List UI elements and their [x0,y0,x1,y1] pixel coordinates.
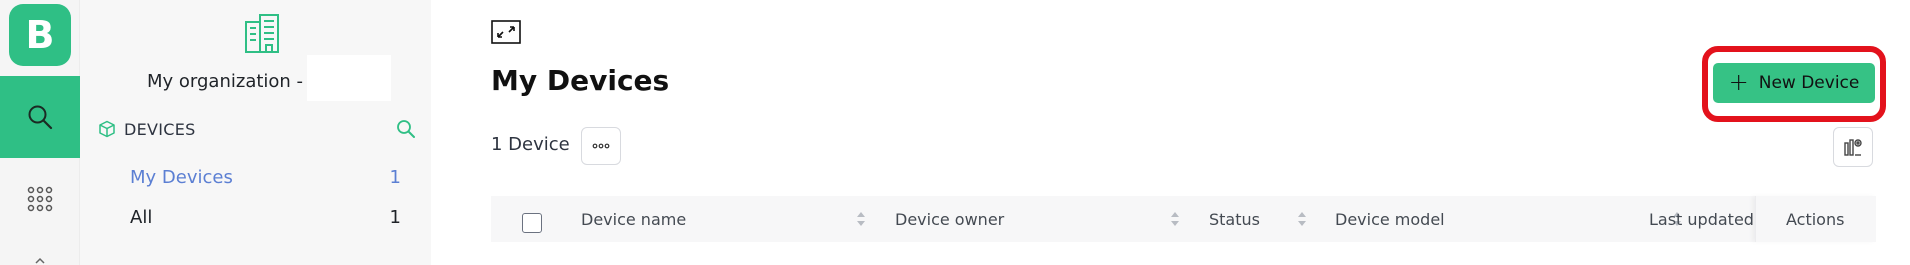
new-device-button[interactable]: + New Device [1713,63,1875,103]
sort-icon[interactable] [855,210,867,228]
organization-selector[interactable]: My organization - [147,55,392,101]
organization-name: My organization - [147,70,304,92]
app-logo[interactable]: B [9,4,71,66]
left-rail: B [0,0,80,265]
more-options-button[interactable] [581,127,621,165]
sidebar-item-all[interactable]: All 1 [130,201,401,233]
search-icon[interactable] [396,119,416,139]
plus-icon: + [1728,68,1749,96]
devices-section-header: DEVICES [98,119,416,139]
sidebar: My organization - DEVICES My Devices 1 A… [80,0,431,265]
column-header-label: Last updated [1649,209,1754,229]
column-header-label: Device name [581,209,687,229]
column-actions: Actions [1755,196,1876,242]
column-header-label: Device owner [895,209,1005,229]
sidebar-item-label: All [130,206,153,228]
column-device-name[interactable]: Device name [581,196,686,242]
sidebar-item-my-devices[interactable]: My Devices 1 [130,161,401,193]
rail-apps-button[interactable] [0,158,80,240]
sort-icon[interactable] [1169,210,1181,228]
organization-name-redacted [307,55,392,101]
sort-icon[interactable] [1296,210,1308,228]
sidebar-item-count: 1 [389,206,401,228]
page-title: My Devices [491,64,670,97]
apps-grid-icon [27,186,53,212]
column-settings-icon [1844,139,1862,156]
column-header-label: Device model [1335,209,1445,229]
sidebar-item-label: My Devices [130,166,233,188]
column-last-updated[interactable]: Last updated [1649,196,1754,242]
devices-section-label: DEVICES [124,119,196,139]
expand-icon[interactable] [491,20,521,44]
search-icon [28,105,53,130]
devices-table-header: Device name Device owner Status Device m… [491,196,1876,242]
sidebar-item-count: 1 [389,166,401,188]
column-settings-button[interactable] [1833,127,1873,167]
select-all-checkbox[interactable] [522,213,542,233]
chevron-icon[interactable] [34,255,46,265]
new-device-label: New Device [1758,73,1860,93]
main-content: My Devices 1 Device + New Device Device … [431,0,1910,265]
rail-search-button[interactable] [0,76,80,158]
column-header-label: Actions [1786,209,1845,229]
column-device-owner[interactable]: Device owner [895,196,1004,242]
logo-letter: B [25,13,55,57]
column-status[interactable]: Status [1209,196,1260,242]
column-header-label: Status [1209,209,1260,229]
more-horizontal-icon [592,143,610,149]
column-device-model[interactable]: Device model [1335,196,1445,242]
building-icon [245,14,279,53]
cube-icon [99,120,115,138]
device-count: 1 Device [491,134,570,155]
